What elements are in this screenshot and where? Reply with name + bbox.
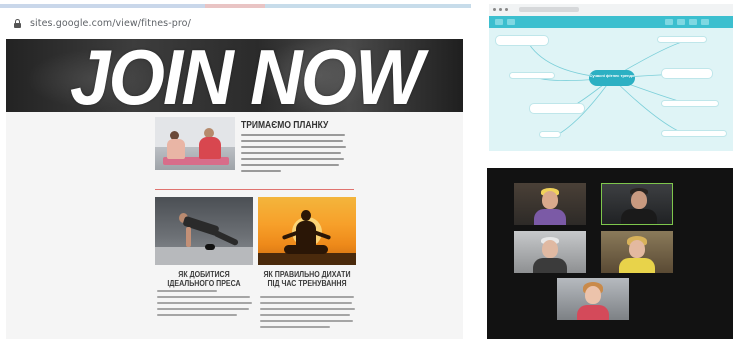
plank-article-title[interactable]: ТРИМАЄМО ПЛАНКУ xyxy=(241,120,328,131)
participant-tile[interactable] xyxy=(601,231,673,273)
hero-title: JOIN NOW xyxy=(70,39,424,112)
participant-tile-active-speaker[interactable] xyxy=(601,183,673,225)
mindmap-node[interactable] xyxy=(657,36,707,43)
mindmap-node[interactable] xyxy=(509,72,555,79)
plank-article-image[interactable] xyxy=(155,117,235,170)
breathing-article-text xyxy=(260,296,355,332)
participant-tile[interactable] xyxy=(514,231,586,273)
participant-tile[interactable] xyxy=(557,278,629,320)
mindmap-node[interactable] xyxy=(539,131,561,138)
mindmap-node[interactable] xyxy=(661,68,713,79)
plank-article-text xyxy=(241,134,347,176)
website-screenshot: sites.google.com/view/fitnes-pro/ JOIN N… xyxy=(0,0,471,339)
video-call-screenshot xyxy=(487,168,733,339)
address-bar[interactable]: sites.google.com/view/fitnes-pro/ xyxy=(0,14,471,34)
participant-tile[interactable] xyxy=(514,183,586,225)
hero-banner[interactable]: JOIN NOW xyxy=(6,39,463,112)
breathing-article-title[interactable]: ЯК ПРАВИЛЬНО ДИХАТИ ПІД ЧАС ТРЕНУВАННЯ xyxy=(259,270,356,288)
mindmap-screenshot: Сучасні фітнес тренди xyxy=(489,4,733,151)
mindmap-node[interactable] xyxy=(529,103,585,114)
mindmap-node[interactable] xyxy=(495,35,549,46)
url-text: sites.google.com/view/fitnes-pro/ xyxy=(30,18,191,29)
press-article-text xyxy=(157,290,252,320)
section-divider xyxy=(155,189,354,190)
mindmap-center-node[interactable]: Сучасні фітнес тренди xyxy=(589,70,635,86)
mindmap-node[interactable] xyxy=(661,130,727,137)
breathing-article-image[interactable] xyxy=(258,197,356,265)
press-article-image[interactable] xyxy=(155,197,253,265)
press-article-title[interactable]: ЯК ДОБИТИСЯ ІДЕАЛЬНОГО ПРЕСА xyxy=(156,270,251,288)
mindmap-node[interactable] xyxy=(661,100,719,107)
browser-tab-strip xyxy=(0,0,471,13)
lock-icon xyxy=(14,19,21,28)
